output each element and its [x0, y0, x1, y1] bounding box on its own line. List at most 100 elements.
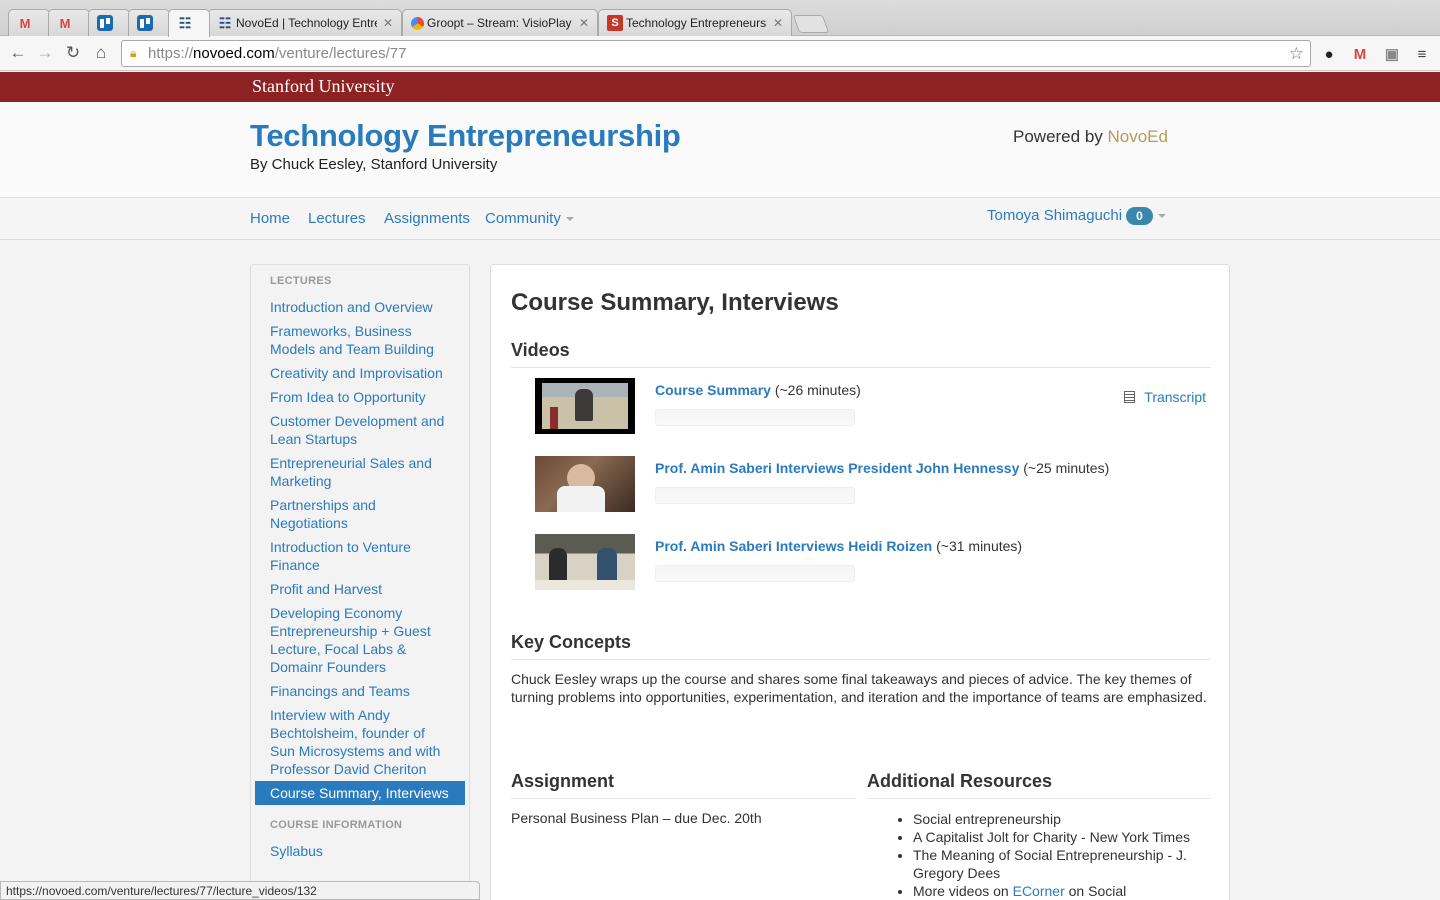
close-icon[interactable]: ✕ — [773, 16, 783, 30]
course-title[interactable]: Technology Entrepreneurship — [250, 118, 681, 154]
tab-trello-2[interactable] — [128, 9, 170, 36]
new-tab-button[interactable] — [792, 15, 830, 33]
transcript-link[interactable]: Transcript — [1124, 389, 1206, 405]
stanford-icon: S — [607, 15, 623, 31]
sidebar-item[interactable]: Creativity and Improvisation — [255, 361, 465, 385]
tab-technology-entrepreneurship[interactable]: S Technology Entrepreneursh ✕ — [598, 9, 792, 36]
tab-title: Technology Entrepreneursh — [626, 16, 767, 30]
gmail-icon: M — [59, 15, 71, 31]
tab-title: Groopt – Stream: VisioPlay — [427, 16, 572, 30]
menu-icon[interactable]: ≡ — [1412, 44, 1432, 64]
ecorner-link[interactable]: ECorner — [1013, 883, 1065, 899]
notification-badge: 0 — [1126, 207, 1153, 225]
reload-icon[interactable]: ↻ — [62, 42, 84, 64]
browser-tabstrip: M M ☷ ☷ NovoEd | Technology Entre ✕ Groo… — [0, 0, 1440, 37]
forward-icon[interactable]: → — [34, 42, 56, 64]
github-icon[interactable]: ● — [1319, 44, 1339, 64]
list-item[interactable]: A Capitalist Jolt for Charity - New York… — [913, 828, 1213, 846]
tab-novoed[interactable]: ☷ NovoEd | Technology Entre ✕ — [208, 9, 402, 36]
video-thumbnail[interactable] — [535, 456, 635, 512]
person-shirt — [557, 486, 605, 512]
sidebar-item[interactable]: Profit and Harvest — [255, 577, 465, 601]
tab-title: NovoEd | Technology Entre — [236, 16, 377, 30]
bookmark-star-icon[interactable]: ☆ — [1289, 44, 1304, 64]
tab-gmail-1[interactable]: M — [8, 9, 50, 36]
video-title-line: Prof. Amin Saberi Interviews President J… — [655, 460, 1109, 476]
powered-prefix: Powered by — [1013, 127, 1108, 146]
video-duration: (~31 minutes) — [932, 538, 1023, 554]
course-header: Technology Entrepreneurship By Chuck Ees… — [0, 102, 1440, 198]
trello-icon — [137, 15, 153, 31]
novoed-icon: ☷ — [218, 14, 232, 31]
sidebar-item[interactable]: Introduction to Venture Finance — [255, 535, 465, 577]
nav-assignments[interactable]: Assignments — [384, 210, 470, 227]
video-item: Prof. Amin Saberi Interviews President J… — [535, 456, 1175, 516]
powered-by[interactable]: Powered by NovoEd — [1013, 127, 1168, 147]
video-link[interactable]: Course Summary — [655, 382, 771, 398]
sidebar-item-active[interactable]: Course Summary, Interviews — [255, 781, 465, 805]
nav-community[interactable]: Community — [485, 210, 574, 227]
page-title: Course Summary, Interviews — [511, 289, 839, 316]
video-link[interactable]: Prof. Amin Saberi Interviews Heidi Roize… — [655, 538, 932, 554]
resource-more-suffix: on Social — [1064, 883, 1127, 899]
extension-icon[interactable]: ▣ — [1382, 44, 1402, 64]
url-path: /venture/lectures/77 — [274, 45, 407, 62]
user-menu[interactable]: Tomoya Shimaguchi 0 — [987, 207, 1166, 225]
university-name[interactable]: Stanford University — [252, 76, 394, 97]
stanford-bar: Stanford University — [0, 72, 1440, 102]
status-bar-url: https://novoed.com/venture/lectures/77/l… — [0, 881, 480, 900]
resource-more-prefix: More videos on — [913, 883, 1013, 899]
url-scheme: https:// — [148, 45, 194, 62]
video-item: Prof. Amin Saberi Interviews Heidi Roize… — [535, 534, 1175, 594]
person-right — [597, 548, 617, 584]
sidebar-item[interactable]: From Idea to Opportunity — [255, 385, 465, 409]
video-thumbnail[interactable] — [535, 378, 635, 434]
resources-list: Social entrepreneurship A Capitalist Jol… — [893, 810, 1213, 900]
lecture-content: Course Summary, Interviews Videos Course… — [490, 264, 1230, 900]
sidebar-item[interactable]: Developing Economy Entrepreneurship + Gu… — [255, 601, 465, 679]
lecture-sidebar: LECTURES Introduction and Overview Frame… — [250, 264, 470, 900]
home-icon[interactable]: ⌂ — [90, 42, 112, 64]
nav-community-label: Community — [485, 210, 561, 227]
tab-gmail-2[interactable]: M — [48, 9, 90, 36]
close-icon[interactable]: ✕ — [383, 16, 393, 30]
sidebar-item-syllabus[interactable]: Syllabus — [255, 839, 465, 863]
video-title-line: Prof. Amin Saberi Interviews Heidi Roize… — [655, 538, 1022, 554]
podium-figure — [550, 407, 558, 429]
video-link[interactable]: Prof. Amin Saberi Interviews President J… — [655, 460, 1019, 476]
sidebar-item[interactable]: Interview with Andy Bechtolsheim, founde… — [255, 703, 465, 781]
transcript-label: Transcript — [1144, 389, 1206, 405]
assignment-text: Personal Business Plan – due Dec. 20th — [511, 810, 762, 826]
novoed-icon: ☷ — [178, 15, 192, 31]
list-item[interactable]: Social entrepreneurship — [913, 810, 1213, 828]
gmail-extension-icon[interactable]: M — [1350, 44, 1370, 64]
video-progress-bar — [655, 487, 855, 504]
nav-lectures[interactable]: Lectures — [308, 210, 366, 227]
list-item[interactable]: The Meaning of Social Entrepreneurship -… — [913, 846, 1213, 882]
back-icon[interactable]: ← — [7, 42, 29, 64]
key-concepts-text: Chuck Eesley wraps up the course and sha… — [511, 671, 1207, 705]
video-thumbnail-image — [542, 383, 628, 429]
tab-novoed-active[interactable]: ☷ — [168, 9, 210, 37]
tab-groopt[interactable]: Groopt – Stream: VisioPlay ✕ — [402, 9, 598, 36]
sidebar-item[interactable]: Entrepreneurial Sales and Marketing — [255, 451, 465, 493]
video-thumbnail[interactable] — [535, 534, 635, 590]
close-icon[interactable]: ✕ — [579, 16, 589, 30]
video-item: Course Summary (~26 minutes) — [535, 378, 1175, 438]
sidebar-item[interactable]: Financings and Teams — [255, 679, 465, 703]
person-left — [549, 548, 567, 584]
sidebar-item[interactable]: Frameworks, Business Models and Team Bui… — [255, 319, 465, 361]
additional-resources-heading: Additional Resources — [867, 771, 1211, 799]
sidebar-item[interactable]: Customer Development and Lean Startups — [255, 409, 465, 451]
address-bar[interactable]: 🔒︎ https://novoed.com/venture/lectures/7… — [121, 40, 1311, 67]
sidebar-heading-lectures: LECTURES — [270, 275, 332, 287]
sidebar-item[interactable]: Introduction and Overview — [255, 295, 465, 319]
key-concepts-heading: Key Concepts — [511, 632, 1211, 660]
sidebar-heading-course-info: COURSE INFORMATION — [270, 819, 403, 831]
tab-trello-1[interactable] — [88, 9, 130, 36]
groopt-icon — [411, 16, 424, 30]
video-title-line: Course Summary (~26 minutes) — [655, 382, 861, 398]
nav-home[interactable]: Home — [250, 210, 290, 227]
sidebar-item[interactable]: Partnerships and Negotiations — [255, 493, 465, 535]
chevron-down-icon — [1157, 214, 1166, 219]
